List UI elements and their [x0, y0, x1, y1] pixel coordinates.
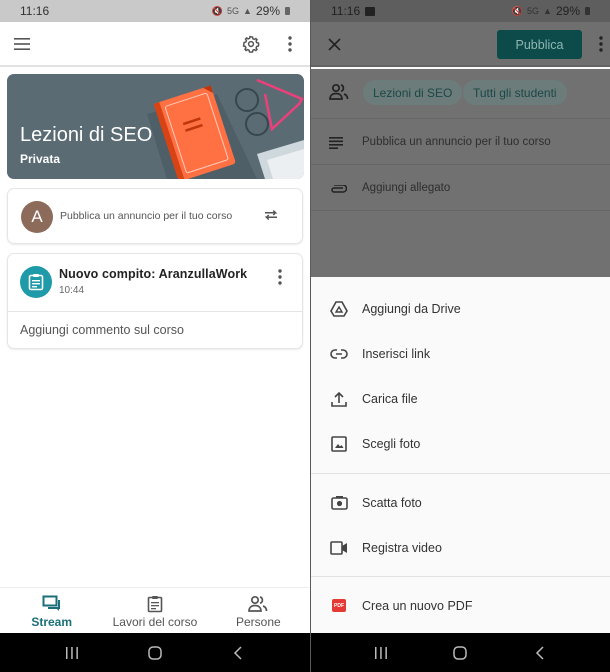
- text-lines-icon: [329, 136, 343, 154]
- more-vert-icon[interactable]: [587, 30, 610, 58]
- repost-icon[interactable]: [262, 206, 280, 229]
- system-navigation-bar: [0, 633, 310, 672]
- drive-icon: [311, 300, 361, 317]
- nav-tab-stream[interactable]: Stream: [0, 588, 103, 633]
- course-visibility: Privata: [20, 152, 61, 166]
- recent-apps-icon[interactable]: [361, 638, 401, 668]
- status-bar: 11:16 🔇 5G ▲ 29%: [311, 0, 610, 22]
- people-icon: [248, 595, 268, 612]
- signal-icon: ▲: [543, 6, 552, 16]
- sheet-item-link[interactable]: Inserisci link: [311, 331, 610, 376]
- sheet-item-label: Inserisci link: [362, 346, 431, 361]
- status-bar: 11:16 🔇 5G ▲ 29%: [0, 0, 310, 22]
- avatar: A: [21, 201, 53, 233]
- stream-icon: [42, 595, 60, 611]
- audience-row: Lezioni di SEO Tutti gli studenti: [311, 69, 610, 119]
- attachment-row[interactable]: Aggiungi allegato: [311, 165, 610, 211]
- announcement-composer-card[interactable]: A Pubblica un annuncio per il tuo corso: [7, 188, 303, 244]
- add-comment-link[interactable]: Aggiungi commento sul corso: [20, 323, 184, 337]
- back-icon[interactable]: [520, 638, 560, 668]
- sheet-item-photo[interactable]: Scegli foto: [311, 421, 610, 466]
- sheet-item-label: Crea un nuovo PDF: [362, 598, 473, 613]
- battery-icon: [585, 7, 590, 15]
- image-icon: [311, 435, 361, 452]
- course-chip[interactable]: Lezioni di SEO: [363, 80, 463, 105]
- nav-label: Stream: [31, 615, 72, 629]
- upload-icon: [311, 391, 361, 407]
- course-title: Lezioni di SEO: [20, 124, 153, 146]
- sheet-item-video[interactable]: Registra video: [311, 525, 610, 570]
- network-label: 5G: [227, 6, 240, 16]
- close-icon[interactable]: [320, 30, 348, 58]
- composer-toolbar: Pubblica: [311, 22, 610, 67]
- sheet-item-upload[interactable]: Carica file: [311, 376, 610, 421]
- nav-tab-people[interactable]: Persone: [207, 588, 310, 633]
- network-label: 5G: [527, 6, 540, 16]
- nav-tab-classwork[interactable]: Lavori del corso: [103, 588, 206, 633]
- sheet-item-drive[interactable]: Aggiungi da Drive: [311, 286, 610, 331]
- battery-icon: [285, 7, 290, 15]
- assignment-title[interactable]: Nuovo compito: AranzullaWork: [59, 267, 247, 281]
- divider: [311, 473, 610, 474]
- add-attachment-label[interactable]: Aggiungi allegato: [362, 182, 450, 194]
- sheet-item-label: Scegli foto: [362, 436, 421, 451]
- classwork-icon: [147, 596, 163, 613]
- back-icon[interactable]: [218, 638, 258, 668]
- paperclip-icon: [329, 182, 348, 200]
- battery-level: 29%: [555, 4, 580, 18]
- more-vert-icon[interactable]: [276, 30, 304, 58]
- assignment-time: 10:44: [59, 285, 85, 296]
- gallery-notification-icon: [365, 6, 376, 16]
- home-icon[interactable]: [440, 638, 480, 668]
- sheet-item-label: Carica file: [362, 391, 418, 406]
- sheet-item-label: Registra video: [362, 540, 442, 555]
- nav-label: Persone: [235, 615, 281, 629]
- video-icon: [311, 540, 361, 555]
- people-icon: [329, 83, 349, 106]
- announcement-input[interactable]: Pubblica un annuncio per il tuo corso: [362, 136, 551, 148]
- composer-body-dimmed: Lezioni di SEO Tutti gli studenti Pubbli…: [311, 69, 610, 277]
- course-banner[interactable]: Lezioni di SEO Privata: [7, 74, 304, 179]
- battery-level: 29%: [255, 4, 280, 18]
- new-announcement-screen: 11:16 🔇 5G ▲ 29% Pubblica Lezioni di SEO…: [311, 0, 610, 672]
- link-icon: [311, 348, 361, 359]
- announcement-text-row[interactable]: Pubblica un annuncio per il tuo corso: [311, 119, 610, 165]
- stream-screen: 11:16 🔇 5G ▲ 29% Lezioni di SEO Privata …: [0, 0, 310, 672]
- attachment-bottom-sheet: Aggiungi da Drive Inserisci link Carica …: [311, 277, 610, 633]
- bottom-navigation: Stream Lavori del corso Persone: [0, 587, 310, 633]
- sheet-item-label: Scatta foto: [362, 495, 422, 510]
- signal-icon: ▲: [243, 6, 252, 16]
- sheet-item-camera[interactable]: Scatta foto: [311, 480, 610, 525]
- sheet-item-pdf[interactable]: PDF Crea un nuovo PDF: [311, 583, 610, 628]
- system-navigation-bar: [311, 633, 610, 672]
- students-chip[interactable]: Tutti gli studenti: [463, 80, 567, 105]
- status-time: 11:16: [331, 4, 361, 18]
- sheet-item-label: Aggiungi da Drive: [362, 301, 461, 316]
- divider: [311, 576, 610, 577]
- camera-icon: [311, 495, 361, 510]
- gear-icon[interactable]: [237, 30, 265, 58]
- nav-label: Lavori del corso: [112, 615, 198, 629]
- more-vert-icon[interactable]: [278, 269, 282, 290]
- home-icon[interactable]: [135, 638, 175, 668]
- pdf-icon: PDF: [332, 599, 346, 612]
- mute-icon: 🔇: [511, 5, 524, 16]
- recent-apps-icon[interactable]: [52, 638, 92, 668]
- announcement-placeholder[interactable]: Pubblica un annuncio per il tuo corso: [60, 210, 232, 222]
- status-time: 11:16: [20, 4, 50, 18]
- assignment-card[interactable]: Nuovo compito: AranzullaWork 10:44 Aggiu…: [7, 253, 303, 349]
- divider: [8, 311, 302, 312]
- app-toolbar: [0, 22, 310, 67]
- publish-button[interactable]: Pubblica: [497, 30, 582, 59]
- hamburger-menu-icon[interactable]: [8, 30, 36, 58]
- assignment-icon: [20, 266, 52, 298]
- mute-icon: 🔇: [211, 5, 224, 16]
